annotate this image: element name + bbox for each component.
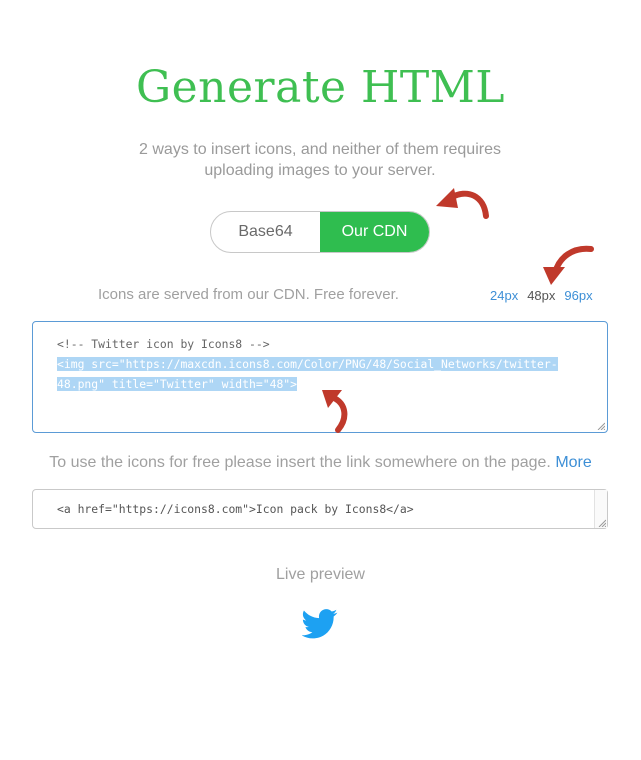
size-selector: 24px 48px 96px	[490, 288, 593, 303]
resize-grip-icon[interactable]	[597, 422, 605, 430]
resize-grip-icon[interactable]	[598, 519, 606, 527]
generate-html-panel: Generate HTML 2 ways to insert icons, an…	[0, 0, 641, 760]
free-usage-text: To use the icons for free please insert …	[49, 454, 556, 471]
arrow-icon	[436, 188, 489, 219]
size-24px-link[interactable]: 24px	[490, 288, 518, 303]
our-cdn-option[interactable]: Our CDN	[320, 212, 429, 252]
live-preview-label: Live preview	[276, 566, 365, 583]
cdn-note: Icons are served from our CDN. Free fore…	[98, 286, 399, 303]
page-title: Generate HTML	[135, 62, 506, 113]
size-96px-link[interactable]: 96px	[564, 288, 592, 303]
code-selected-line-1: <img src="https://maxcdn.icons8.com/Colo…	[57, 357, 558, 371]
code-selected-line-2: 48.png" title="Twitter" width="48">	[57, 377, 298, 391]
attribution-link-textarea[interactable]: <a href="https://icons8.com">Icon pack b…	[32, 489, 608, 529]
twitter-bird-icon	[302, 609, 338, 639]
base64-option[interactable]: Base64	[211, 212, 320, 252]
method-toggle: Base64 Our CDN	[210, 211, 430, 253]
page-subtitle: 2 ways to insert icons, and neither of t…	[139, 141, 501, 179]
arrow-icon	[322, 390, 348, 433]
code-comment-line: <!-- Twitter icon by Icons8 -->	[57, 337, 270, 351]
size-48px-current[interactable]: 48px	[527, 288, 555, 303]
attribution-code: <a href="https://icons8.com">Icon pack b…	[57, 502, 414, 516]
more-link[interactable]: More	[555, 454, 591, 471]
free-usage-note: To use the icons for free please insert …	[0, 454, 641, 472]
arrow-icon	[543, 245, 594, 285]
